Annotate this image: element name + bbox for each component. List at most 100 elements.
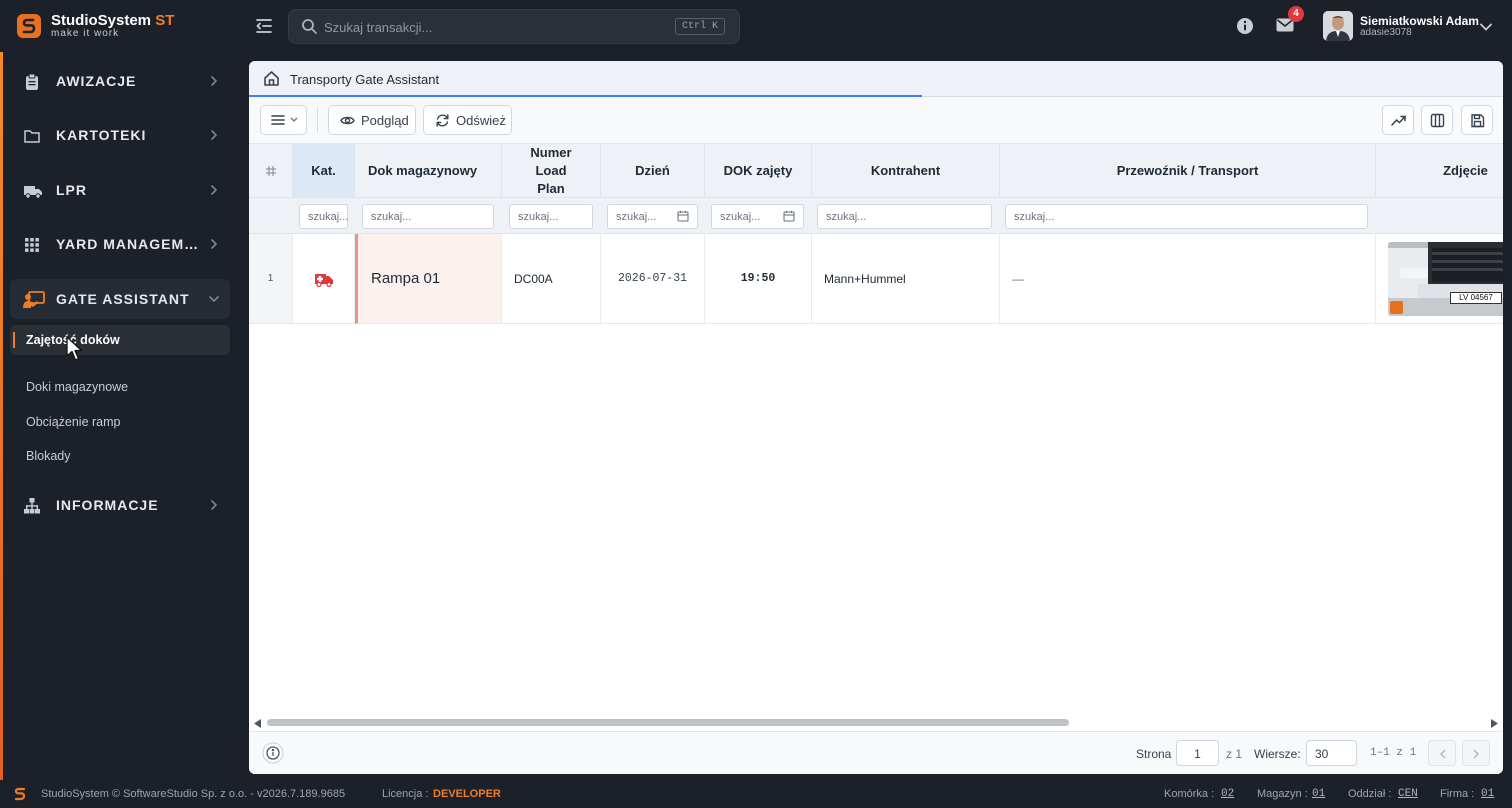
main-panel: Transporty Gate Assistant Podgląd Odświe… — [249, 61, 1503, 774]
sidebar-item-informacje[interactable]: INFORMACJE — [10, 485, 230, 525]
scrollbar-thumb[interactable] — [267, 719, 1069, 726]
cell-value[interactable]: 02 — [1221, 788, 1234, 800]
scroll-right-icon[interactable] — [1490, 719, 1498, 728]
column-header-load-plan[interactable]: Numer Load Plan — [502, 144, 601, 198]
prev-page-button[interactable] — [1428, 740, 1456, 766]
page-value: 1 — [1194, 747, 1201, 761]
load-plan-cell[interactable]: DC00A — [502, 234, 601, 324]
sidebar-subitem-obciazenie-ramp[interactable]: Obciążenie ramp — [10, 407, 230, 437]
filter-contractor-input[interactable]: szukaj... — [817, 204, 992, 229]
rows-per-page-input[interactable]: 30 — [1306, 740, 1357, 766]
truck-photo[interactable]: LV 04567 — [1388, 241, 1503, 316]
next-page-button[interactable] — [1462, 740, 1490, 766]
clipboard-icon — [23, 73, 41, 91]
refresh-icon — [435, 113, 450, 128]
horizontal-scrollbar[interactable] — [249, 716, 1503, 730]
column-header-category[interactable]: Kat. — [293, 144, 355, 198]
info-circle-icon[interactable] — [262, 742, 284, 764]
calendar-icon[interactable] — [783, 210, 795, 222]
contractor-cell[interactable]: Mann+Hummel — [812, 234, 1000, 324]
column-header-photo[interactable]: Zdjęcie — [1376, 144, 1503, 198]
menu-collapse-icon[interactable] — [254, 16, 274, 36]
sidebar-item-awizacje[interactable]: AWIZACJE — [10, 61, 230, 101]
chevron-right-icon — [208, 238, 220, 250]
column-header-dock[interactable]: Dok magazynowy — [355, 144, 502, 198]
app-logo-icon[interactable] — [16, 13, 42, 39]
day-cell[interactable]: 2026-07-31 — [601, 234, 705, 324]
active-indicator — [13, 332, 15, 348]
columns-button[interactable] — [1421, 105, 1453, 135]
sidebar-item-kartoteki[interactable]: KARTOTEKI — [10, 115, 230, 155]
data-grid: Kat. Dok magazynowy Numer Load Plan Dzie… — [249, 144, 1503, 324]
filter-placeholder: szukaj... — [308, 211, 349, 223]
scroll-left-icon[interactable] — [254, 719, 262, 728]
sidebar-item-label: INFORMACJE — [56, 497, 159, 513]
sidebar-item-lpr[interactable]: LPR — [10, 170, 230, 210]
chevron-left-icon — [1440, 749, 1446, 759]
page-count: z 1 — [1226, 747, 1243, 761]
rows-label: Wiersze: — [1254, 747, 1301, 761]
sidebar-subitem-label: Doki magazynowe — [26, 380, 129, 394]
chart-button[interactable] — [1382, 105, 1414, 135]
tab-bar: Transporty Gate Assistant — [249, 61, 1503, 97]
columns-icon — [1430, 113, 1445, 128]
search-input[interactable] — [324, 16, 654, 38]
save-layout-button[interactable] — [1461, 105, 1493, 135]
filter-day-input[interactable]: szukaj... — [607, 204, 698, 229]
license-label: Licencja : — [382, 788, 429, 800]
sidebar-subitem-doki-magazynowe[interactable]: Doki magazynowe — [10, 372, 230, 402]
column-header-dock-occupied[interactable]: DOK zajęty — [705, 144, 812, 198]
dock-occupied-cell[interactable]: 19:50 — [705, 234, 812, 324]
sidebar-item-yard-management[interactable]: YARD MANAGEMENT — [10, 224, 230, 264]
menu-dropdown-button[interactable] — [260, 105, 307, 135]
photo-cell[interactable]: LV 04567 — [1376, 234, 1503, 324]
page-input[interactable]: 1 — [1176, 740, 1219, 766]
avatar[interactable] — [1323, 11, 1353, 41]
calendar-icon[interactable] — [677, 210, 689, 222]
sidebar-subitem-zajetosc-dokow[interactable]: Zajętość doków — [10, 325, 230, 355]
filter-placeholder: szukaj... — [518, 211, 559, 223]
warehouse-value[interactable]: 01 — [1312, 788, 1325, 800]
filter-category-input[interactable]: szukaj... — [299, 204, 348, 229]
dock-cell[interactable]: Rampa 01 — [355, 234, 502, 324]
sidebar-subitem-blokady[interactable]: Blokady — [10, 441, 230, 471]
chevron-down-icon — [290, 117, 298, 123]
top-bar: StudioSystem ST make it work Ctrl K 4 Si… — [0, 0, 1512, 52]
save-icon — [1470, 113, 1485, 128]
search-box[interactable]: Ctrl K — [288, 9, 740, 44]
toolbar: Podgląd Odśwież — [249, 97, 1503, 144]
filter-placeholder: szukaj... — [616, 211, 657, 223]
eye-icon — [340, 113, 355, 128]
footer-copyright: StudioSystem © SoftwareStudio Sp. z o.o.… — [41, 788, 346, 800]
sidebar-item-gate-assistant[interactable]: GATE ASSISTANT — [10, 279, 230, 319]
chevron-right-icon — [208, 184, 220, 196]
refresh-button[interactable]: Odśwież — [423, 105, 512, 135]
filter-load-plan-input[interactable]: szukaj... — [509, 204, 593, 229]
column-header-carrier[interactable]: Przewoźnik / Transport — [1000, 144, 1376, 198]
cell-label: Komórka : — [1164, 788, 1215, 800]
chevron-down-icon[interactable] — [1479, 20, 1493, 34]
filter-dock-occupied-input[interactable]: szukaj... — [711, 204, 804, 229]
hamburger-icon — [271, 114, 285, 126]
app-name-text: StudioSystem — [51, 12, 152, 29]
sidebar: AWIZACJE KARTOTEKI LPR YARD MANAGEMENT G… — [0, 52, 241, 780]
folder-icon — [23, 127, 41, 145]
tab-title[interactable]: Transporty Gate Assistant — [290, 72, 439, 87]
company-label: Firma : — [1440, 788, 1475, 800]
filter-carrier-input[interactable]: szukaj... — [1005, 204, 1368, 229]
preview-button[interactable]: Podgląd — [328, 105, 416, 135]
home-icon[interactable] — [263, 70, 280, 87]
carrier-cell[interactable]: — — [1000, 234, 1376, 324]
column-header-day[interactable]: Dzień — [601, 144, 705, 198]
column-header-contractor[interactable]: Kontrahent — [812, 144, 1000, 198]
info-icon[interactable] — [1236, 17, 1254, 35]
user-name[interactable]: Siemiatkowski Adam — [1360, 14, 1479, 28]
branch-value[interactable]: CEN — [1398, 788, 1418, 800]
column-header-row-number[interactable] — [249, 144, 293, 198]
page-label: Strona — [1136, 747, 1172, 761]
category-cell[interactable] — [293, 234, 355, 324]
truck-icon — [23, 182, 43, 200]
filter-dock-input[interactable]: szukaj... — [362, 204, 494, 229]
company-value[interactable]: 01 — [1481, 788, 1494, 800]
filter-row: szukaj... szukaj... szukaj... szukaj... … — [249, 198, 1503, 234]
